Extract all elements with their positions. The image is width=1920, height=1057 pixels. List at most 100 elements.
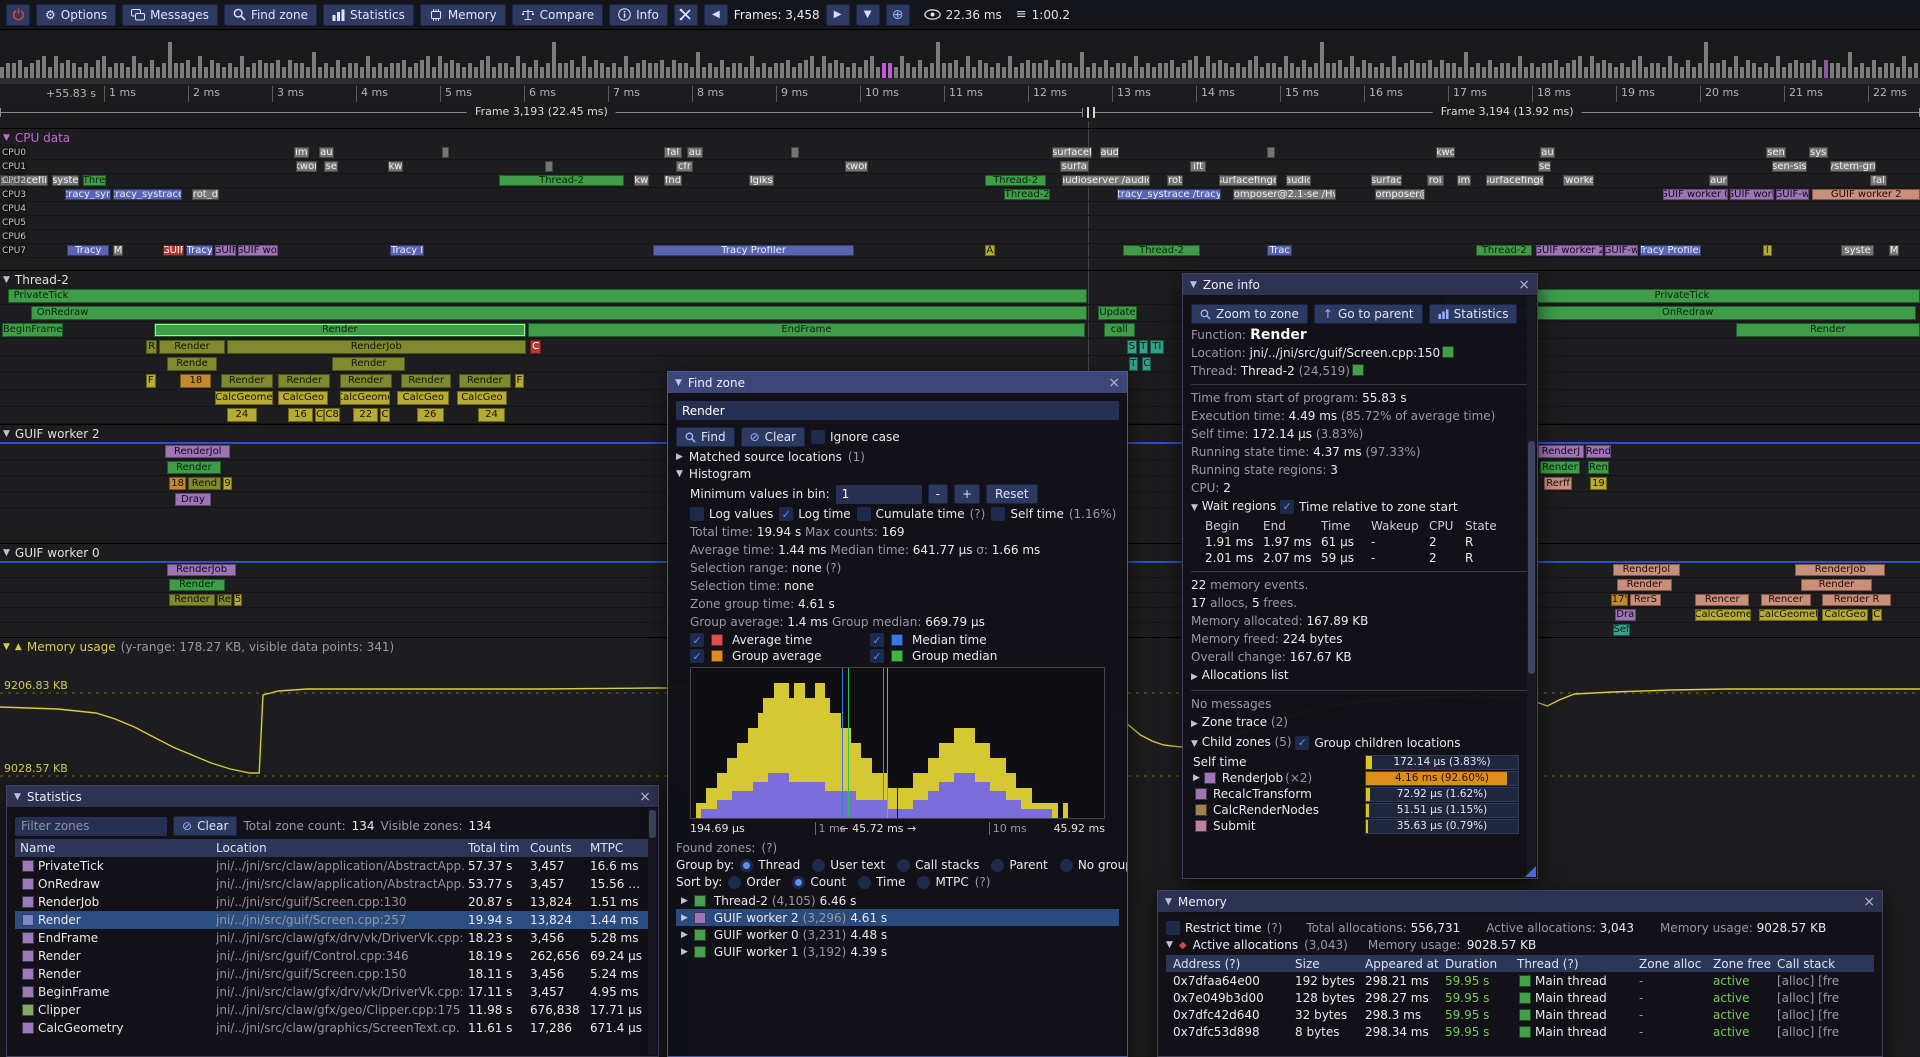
info-button[interactable]: Info	[609, 4, 668, 26]
frame-bar[interactable]	[792, 67, 796, 78]
timeline-zone[interactable]: Render	[278, 374, 330, 388]
frame-bar[interactable]	[24, 67, 28, 78]
frame-bar[interactable]	[1698, 63, 1702, 78]
frame-bar[interactable]	[1896, 67, 1900, 78]
frame-bar[interactable]	[1350, 56, 1354, 78]
timeline-zone[interactable]: im	[1457, 175, 1470, 186]
frame-bar[interactable]	[198, 56, 202, 78]
timeline-zone[interactable]: Tl	[1150, 340, 1163, 354]
histogram-toggle[interactable]: ▼Histogram	[676, 467, 1119, 481]
frame-bar[interactable]	[1746, 60, 1750, 78]
frame-bar[interactable]	[1200, 67, 1204, 78]
stats-row[interactable]: Renderjni/../jni/src/guif/Control.cpp:34…	[15, 947, 650, 965]
timeline-zone[interactable]: au	[687, 147, 702, 158]
timeline-zone[interactable]: 24	[478, 408, 505, 422]
timeline-zone[interactable]: Dra	[1615, 609, 1636, 621]
frame-bar[interactable]	[654, 63, 658, 78]
column-header[interactable]: Wakeup	[1371, 519, 1429, 533]
frame-bar[interactable]	[42, 56, 46, 78]
memory-button[interactable]: Memory	[420, 4, 506, 26]
frame-bar[interactable]	[1740, 67, 1744, 78]
tools-button[interactable]	[674, 4, 698, 26]
frame-bar[interactable]	[1038, 63, 1042, 78]
frame-bar[interactable]	[708, 63, 712, 78]
frame-bar[interactable]	[1596, 63, 1600, 78]
frame-bar[interactable]	[582, 56, 586, 78]
frame-timeline[interactable]	[0, 30, 1920, 85]
timeline-zone[interactable]: RenderJob	[167, 564, 236, 576]
group-row[interactable]: ▶Thread-2 (4,105) 6.46 s	[676, 892, 1119, 909]
timeline-zone[interactable]: ift	[1190, 161, 1205, 172]
timeline-zone[interactable]: GUIF worker 2	[1536, 245, 1603, 256]
frame-bar[interactable]	[918, 60, 922, 78]
radio-option[interactable]: Order	[728, 875, 780, 889]
frame-bar[interactable]	[600, 63, 604, 78]
timeline-zone[interactable]: Tracy Profiler	[653, 245, 855, 256]
timeline-zone[interactable]: Render	[159, 340, 224, 354]
clear-button[interactable]: ⊘Clear	[741, 427, 805, 447]
frame-bar[interactable]	[84, 63, 88, 78]
frame-bar[interactable]	[900, 56, 904, 78]
stats-row[interactable]: RenderJobjni/../jni/src/guif/Screen.cpp:…	[15, 893, 650, 911]
frame-bar[interactable]	[474, 67, 478, 78]
allocations-table-header[interactable]: Address (?)SizeAppeared atDurationThread…	[1166, 955, 1874, 972]
frame-bar[interactable]	[972, 67, 976, 78]
matched-locations-toggle[interactable]: ▶Matched source locations(1)	[676, 450, 1119, 464]
frame-bar[interactable]	[1830, 63, 1834, 78]
reset-button[interactable]: Reset	[986, 484, 1038, 504]
timeline-zone[interactable]: Thre	[83, 175, 106, 186]
frame-bar[interactable]	[1344, 67, 1348, 78]
frame-bar[interactable]	[486, 56, 490, 78]
frame-bar[interactable]	[1056, 60, 1060, 78]
frame-bar[interactable]	[906, 63, 910, 78]
timeline-zone[interactable]: Render	[401, 374, 451, 388]
frame-bar[interactable]	[612, 63, 616, 78]
timeline-zone[interactable]: lgiks	[749, 175, 774, 186]
frame-bar[interactable]	[876, 67, 880, 78]
frame-bar[interactable]	[294, 63, 298, 78]
memory-window[interactable]: ▼ Memory × Restrict time(?) Total alloca…	[1157, 890, 1883, 1057]
frame-bar[interactable]	[1776, 56, 1780, 78]
frame-bar[interactable]	[1446, 63, 1450, 78]
timeline-zone[interactable]: Render	[1736, 323, 1920, 337]
timeline-zone[interactable]: T	[1129, 357, 1138, 371]
frame-bar[interactable]	[948, 63, 952, 78]
frame-bar[interactable]	[78, 67, 82, 78]
increment-button[interactable]: +	[954, 484, 980, 504]
min-bin-input[interactable]: 1	[836, 485, 922, 504]
collapse-icon[interactable]: ▼	[14, 792, 21, 802]
timeline-zone[interactable]: I	[1763, 245, 1773, 256]
timeline-zone[interactable]: aud	[1100, 147, 1119, 158]
stats-row[interactable]: CalcGeometryjni/../jni/src/claw/graphics…	[15, 1019, 650, 1037]
column-header[interactable]: Call stack	[1777, 957, 1867, 971]
frame-bar[interactable]	[1500, 63, 1504, 78]
stats-row[interactable]: Renderjni/../jni/src/guif/Screen.cpp:150…	[15, 965, 650, 983]
frame-bar[interactable]	[1806, 63, 1810, 78]
legend-checkbox[interactable]: ✓Group average	[690, 649, 860, 663]
collapse-icon[interactable]: ▼	[1165, 897, 1172, 907]
timeline-zone[interactable]: Tracy Profiler	[1640, 245, 1701, 256]
timeline-zone[interactable]: 24	[227, 408, 258, 422]
frame-bar[interactable]	[1566, 63, 1570, 78]
timeline-zone[interactable]: GUIF work	[1730, 189, 1774, 200]
timeline-zone[interactable]: Render	[340, 374, 392, 388]
stats-row[interactable]: OnRedrawjni/../jni/src/claw/application/…	[15, 875, 650, 893]
timeline-zone[interactable]: 19	[1590, 477, 1607, 490]
resize-grip[interactable]	[1525, 866, 1536, 877]
frame-bar[interactable]	[852, 63, 856, 78]
frame-bar[interactable]	[1548, 63, 1552, 78]
frame-bar[interactable]	[1362, 60, 1366, 78]
frame-bar[interactable]	[618, 67, 622, 78]
goto-frame-button[interactable]: ⊕	[886, 4, 910, 26]
timeline-zone[interactable]: RenderJob	[227, 340, 527, 354]
timeline-zone[interactable]: kwor	[296, 161, 317, 172]
frame-bar[interactable]	[936, 42, 940, 78]
frame-bar[interactable]	[1728, 67, 1732, 78]
timeline-zone[interactable]: Thread-2	[1123, 245, 1200, 256]
timeline-zone[interactable]: surfacefinge	[1486, 175, 1544, 186]
frame-bar[interactable]	[1392, 56, 1396, 78]
timeline-zone[interactable]: RenderJol	[1613, 564, 1680, 576]
frame-bar[interactable]	[1050, 67, 1054, 78]
frame-bar[interactable]	[1578, 56, 1582, 78]
frame-bar[interactable]	[1272, 63, 1276, 78]
